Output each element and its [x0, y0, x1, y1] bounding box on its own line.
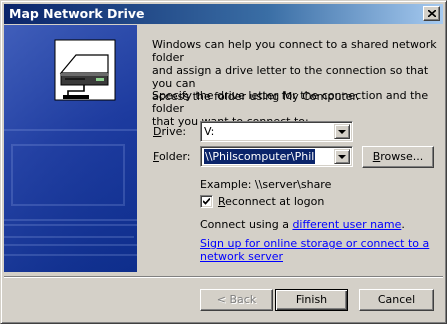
close-icon — [428, 10, 436, 17]
different-user-name-link[interactable]: different user name — [292, 218, 401, 231]
connect-using-prefix: Connect using a — [200, 218, 293, 231]
dropdown-arrow-icon — [338, 155, 346, 159]
wizard-side-panel — [4, 25, 137, 272]
drive-label: Drive: — [153, 125, 186, 138]
drive-dropdown-button[interactable] — [334, 124, 350, 139]
example-text: Example: \\server\share — [200, 178, 332, 191]
browse-button[interactable]: Browse... — [362, 146, 434, 168]
drive-select[interactable]: V: — [200, 121, 353, 142]
folder-label-rest: older: — [158, 150, 191, 163]
reconnect-label-rest: econnect at logon — [225, 195, 325, 208]
reconnect-checkbox[interactable] — [200, 195, 213, 208]
connect-using-row: Connect using a different user name. — [200, 218, 405, 231]
map-network-drive-dialog: Map Network Drive Windows can help you c… — [0, 0, 447, 324]
network-drive-icon — [4, 25, 137, 272]
title-bar[interactable]: Map Network Drive — [4, 4, 443, 24]
footer-separator — [4, 276, 443, 278]
close-button[interactable] — [423, 6, 440, 21]
check-icon — [203, 198, 210, 205]
folder-label: Folder: — [153, 150, 191, 163]
window-title: Map Network Drive — [9, 6, 145, 21]
folder-input-value[interactable]: \\Philscomputer\Phil — [202, 148, 317, 165]
dropdown-arrow-icon — [338, 130, 346, 134]
signup-link[interactable]: Sign up for online storage or connect to… — [200, 237, 430, 263]
finish-button[interactable]: Finish — [275, 289, 348, 311]
cancel-button[interactable]: Cancel — [359, 289, 434, 311]
browse-label-rest: rowse... — [380, 150, 424, 163]
folder-combo[interactable]: \\Philscomputer\Phil — [200, 146, 353, 167]
drive-label-rest: rive: — [161, 125, 187, 138]
folder-dropdown-button[interactable] — [334, 149, 350, 164]
drive-select-value: V: — [204, 125, 215, 138]
reconnect-label[interactable]: Reconnect at logon — [218, 195, 324, 208]
connect-using-suffix: . — [401, 218, 405, 231]
back-button[interactable]: < Back — [200, 289, 273, 311]
